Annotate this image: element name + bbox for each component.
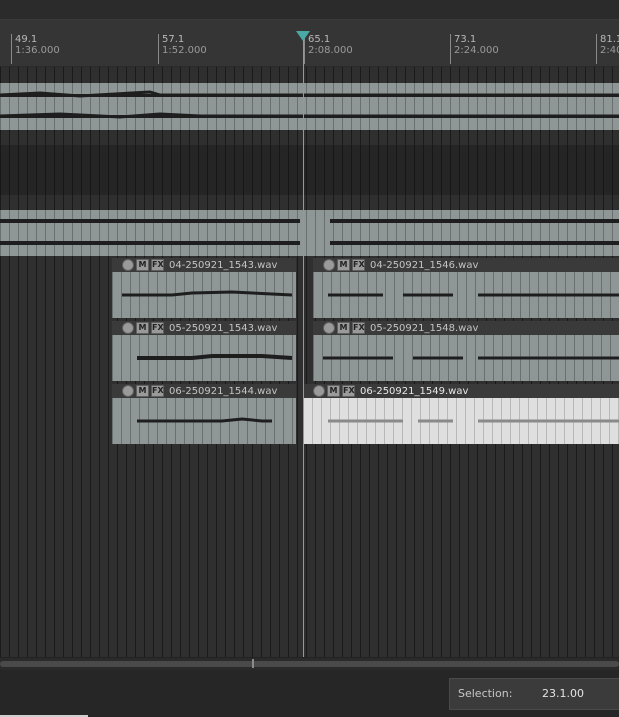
media-item-track1[interactable] <box>0 83 619 130</box>
waveform <box>313 335 619 381</box>
ruler-time-label: 1:36.000 <box>15 45 60 56</box>
top-toolbar-area <box>0 0 619 20</box>
media-item[interactable]: M FX 06-250921_1544.wav <box>112 384 296 444</box>
play-cursor <box>303 40 304 657</box>
item-lock-icon[interactable] <box>122 322 134 334</box>
waveform-graphic <box>0 219 619 245</box>
fx-icon[interactable]: FX <box>151 259 164 271</box>
waveform-graphic <box>0 90 619 119</box>
item-name: 06-250921_1549.wav <box>360 385 469 397</box>
mute-icon[interactable]: M <box>136 385 149 397</box>
fx-icon[interactable]: FX <box>342 385 355 397</box>
ruler-marker: 65.1 2:08.000 <box>304 34 353 64</box>
selection-value[interactable]: 23.1.00 <box>542 687 584 700</box>
media-item[interactable]: M FX 04-250921_1543.wav <box>112 258 296 318</box>
waveform <box>313 272 619 318</box>
media-item-selected[interactable]: M FX 06-250921_1549.wav <box>303 384 619 444</box>
mute-icon[interactable]: M <box>337 322 350 334</box>
item-lock-icon[interactable] <box>313 385 325 397</box>
horizontal-scrollbar[interactable] <box>0 657 619 670</box>
fx-icon[interactable]: FX <box>151 322 164 334</box>
waveform <box>0 83 619 130</box>
item-name: 04-250921_1543.wav <box>169 259 278 271</box>
item-header: M FX 04-250921_1546.wav <box>313 258 619 272</box>
item-header: M FX 06-250921_1544.wav <box>112 384 296 398</box>
mute-icon[interactable]: M <box>337 259 350 271</box>
item-header: M FX 04-250921_1543.wav <box>112 258 296 272</box>
item-name: 05-250921_1548.wav <box>370 322 479 334</box>
waveform <box>112 398 296 444</box>
ruler-bar-label: 49.1 <box>15 34 38 45</box>
ruler-bar-label: 81.1 <box>600 34 619 45</box>
item-lock-icon[interactable] <box>323 259 335 271</box>
fx-icon[interactable]: FX <box>151 385 164 397</box>
ruler-time-label: 2:24.000 <box>454 45 499 56</box>
item-lock-icon[interactable] <box>323 322 335 334</box>
mute-icon[interactable]: M <box>136 322 149 334</box>
track2-lane[interactable] <box>0 145 619 195</box>
mute-icon[interactable]: M <box>136 259 149 271</box>
ruler-time-label: 2:08.000 <box>308 45 353 56</box>
waveform <box>0 210 619 256</box>
scrollbar-grip[interactable] <box>252 659 254 668</box>
waveform <box>303 398 619 444</box>
item-header: M FX 05-250921_1543.wav <box>112 321 296 335</box>
selection-label: Selection: <box>458 687 513 700</box>
waveform-graphic <box>323 356 619 360</box>
mute-icon[interactable]: M <box>327 385 340 397</box>
item-header: M FX 06-250921_1549.wav <box>303 384 619 398</box>
ruler-bar-label: 57.1 <box>162 34 185 45</box>
media-item[interactable]: M FX 05-250921_1543.wav <box>112 321 296 381</box>
item-lock-icon[interactable] <box>122 385 134 397</box>
timeline-ruler[interactable]: 49.1 1:36.000 57.1 1:52.000 65.1 2:08.00… <box>0 20 619 67</box>
ruler-marker: 81.1 2:40 <box>596 34 619 64</box>
fx-icon[interactable]: FX <box>352 259 365 271</box>
media-item-track3[interactable] <box>0 210 619 256</box>
item-lock-icon[interactable] <box>122 259 134 271</box>
waveform-graphic <box>328 419 619 423</box>
ruler-marker: 49.1 1:36.000 <box>11 34 60 64</box>
ruler-time-label: 1:52.000 <box>162 45 207 56</box>
waveform-graphic <box>328 293 619 297</box>
item-header: M FX 05-250921_1548.wav <box>313 321 619 335</box>
selection-display[interactable]: Selection: 23.1.00 <box>449 678 619 710</box>
item-name: 05-250921_1543.wav <box>169 322 278 334</box>
ruler-marker: 73.1 2:24.000 <box>450 34 499 64</box>
item-name: 06-250921_1544.wav <box>169 385 278 397</box>
fx-icon[interactable]: FX <box>352 322 365 334</box>
item-name: 04-250921_1546.wav <box>370 259 479 271</box>
media-item[interactable]: M FX 04-250921_1546.wav <box>313 258 619 318</box>
ruler-bar-label: 65.1 <box>308 34 331 45</box>
ruler-bar-label: 73.1 <box>454 34 477 45</box>
ruler-marker: 57.1 1:52.000 <box>158 34 207 64</box>
waveform-graphic <box>137 417 272 423</box>
waveform-graphic <box>137 354 293 360</box>
ruler-time-label: 2:40 <box>600 45 619 56</box>
waveform <box>112 272 296 318</box>
arrange-view[interactable]: M FX 04-250921_1543.wav M FX 04-250921_1… <box>0 67 619 657</box>
media-item[interactable]: M FX 05-250921_1548.wav <box>313 321 619 381</box>
waveform <box>112 335 296 381</box>
waveform-graphic <box>122 290 293 297</box>
scrollbar-thumb[interactable] <box>0 661 619 667</box>
